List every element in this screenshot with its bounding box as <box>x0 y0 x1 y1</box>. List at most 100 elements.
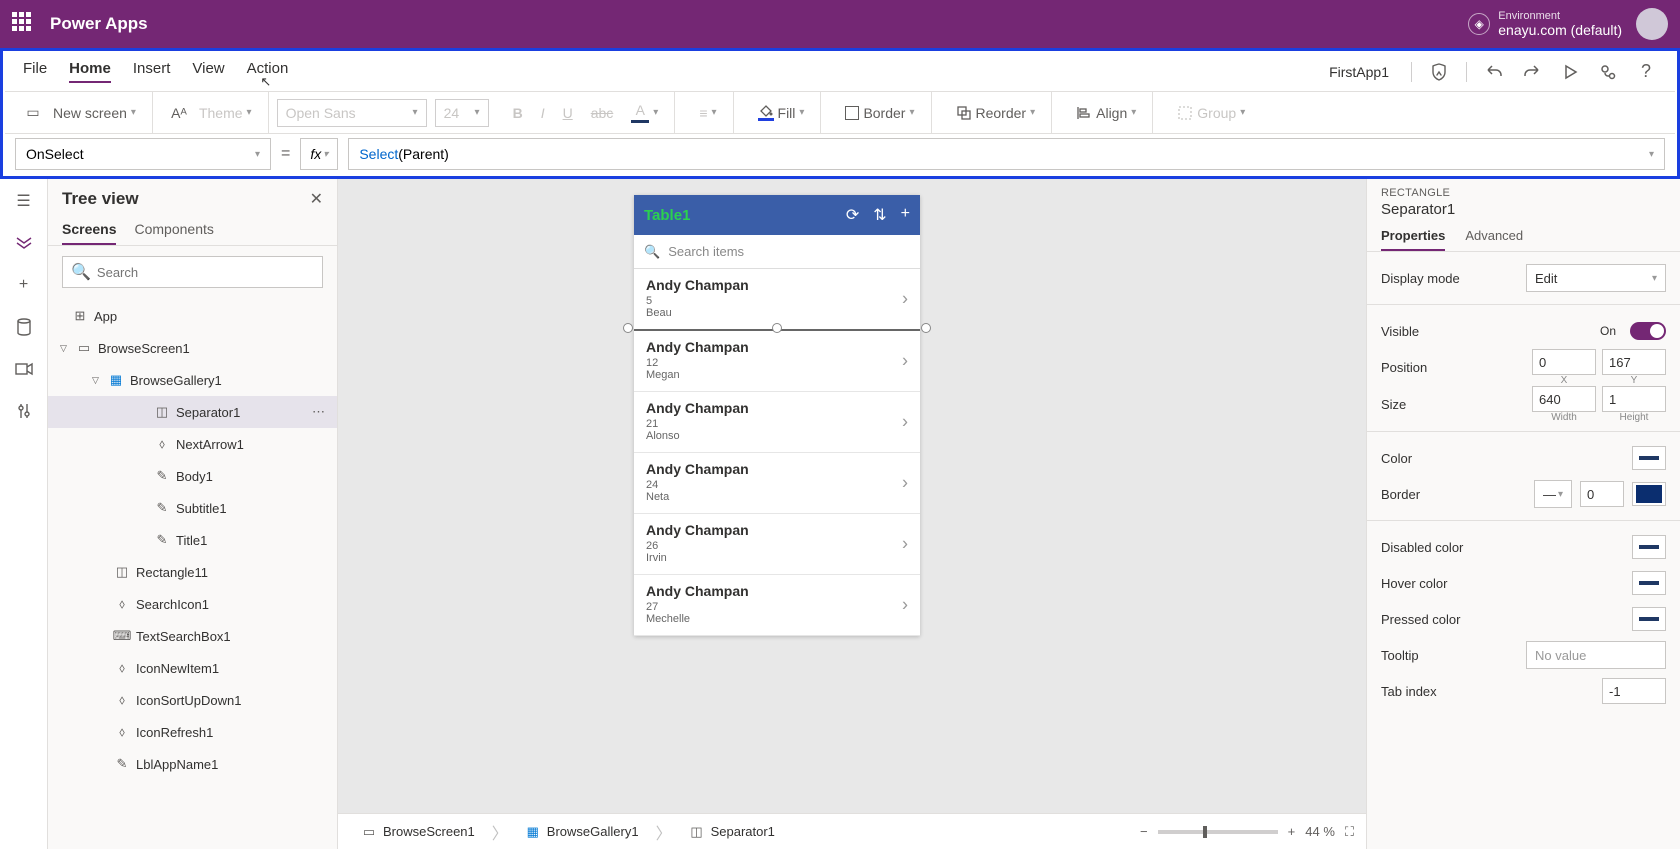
tree-node-iconnewitem[interactable]: ⬨IconNewItem1 <box>48 652 337 684</box>
tab-file[interactable]: File <box>23 60 47 83</box>
theme-button[interactable]: Theme▾ <box>193 99 258 127</box>
pos-y-input[interactable]: 167 <box>1602 349 1666 375</box>
disabled-color-swatch[interactable] <box>1632 535 1666 559</box>
color-swatch[interactable] <box>1632 446 1666 470</box>
tree-node-browsescreen[interactable]: ▽▭BrowseScreen1 <box>48 332 337 364</box>
list-item[interactable]: Andy Champan 12 Megan › <box>634 331 920 392</box>
tree-node-rectangle[interactable]: ◫Rectangle11 <box>48 556 337 588</box>
width-input[interactable]: 640 <box>1532 386 1596 412</box>
fx-button[interactable]: fx▾ <box>300 138 338 170</box>
data-icon[interactable] <box>12 315 36 339</box>
align-icon <box>1076 105 1092 121</box>
prop-tab-advanced[interactable]: Advanced <box>1465 228 1523 251</box>
prop-tab-properties[interactable]: Properties <box>1381 228 1445 251</box>
new-screen-button[interactable]: New screen▾ <box>47 99 142 127</box>
group-button[interactable]: Group▾ <box>1171 99 1251 127</box>
border-color-swatch[interactable] <box>1632 482 1666 506</box>
font-family-select[interactable]: Open Sans▾ <box>277 99 427 127</box>
more-icon[interactable]: ⋯ <box>312 404 325 420</box>
app-checker-icon[interactable] <box>1428 61 1450 83</box>
tree-node-app[interactable]: ⊞App <box>48 300 337 332</box>
display-mode-select[interactable]: Edit▾ <box>1526 264 1666 292</box>
tree-node-nextarrow[interactable]: ⬨NextArrow1 <box>48 428 337 460</box>
chevron-right-icon[interactable]: › <box>902 473 908 494</box>
chevron-right-icon[interactable]: › <box>902 534 908 555</box>
tree-node-searchicon[interactable]: ⬨SearchIcon1 <box>48 588 337 620</box>
pos-x-input[interactable]: 0 <box>1532 349 1596 375</box>
font-size-select[interactable]: 24▾ <box>435 99 489 127</box>
tab-home[interactable]: Home <box>69 60 111 83</box>
tree-node-body[interactable]: ✎Body1 <box>48 460 337 492</box>
tree-view-icon[interactable] <box>12 231 36 255</box>
list-item[interactable]: Andy Champan 5 Beau › <box>634 269 920 331</box>
tools-icon[interactable] <box>12 399 36 423</box>
strike-button[interactable]: abc <box>585 99 620 127</box>
environment-picker[interactable]: ◈ Environment enayu.com (default) <box>1468 10 1622 38</box>
zoom-in-button[interactable]: + <box>1288 824 1296 839</box>
tree-tab-screens[interactable]: Screens <box>62 215 116 245</box>
redo-icon[interactable] <box>1521 61 1543 83</box>
height-input[interactable]: 1 <box>1602 386 1666 412</box>
crumb-gallery[interactable]: ▦BrowseGallery1 <box>514 819 650 845</box>
tab-insert[interactable]: Insert <box>133 60 171 83</box>
list-item[interactable]: Andy Champan 21 Alonso › <box>634 392 920 453</box>
reorder-button[interactable]: Reorder▾ <box>950 99 1042 127</box>
font-color-button[interactable]: A▾ <box>625 99 664 127</box>
hamburger-icon[interactable]: ☰ <box>12 189 36 213</box>
pressed-color-swatch[interactable] <box>1632 607 1666 631</box>
insert-icon[interactable]: + <box>12 273 36 297</box>
tree-search[interactable]: 🔍 <box>62 256 323 288</box>
tree-node-iconrefresh[interactable]: ⬨IconRefresh1 <box>48 716 337 748</box>
fill-button[interactable]: Fill▾ <box>752 99 811 127</box>
undo-icon[interactable] <box>1483 61 1505 83</box>
crumb-screen[interactable]: ▭BrowseScreen1 <box>350 819 486 845</box>
border-button[interactable]: Border▾ <box>839 99 920 127</box>
zoom-slider[interactable] <box>1158 830 1278 834</box>
tree-search-input[interactable] <box>97 265 314 280</box>
list-item[interactable]: Andy Champan 27 Mechelle › <box>634 575 920 636</box>
waffle-icon[interactable] <box>12 12 36 36</box>
bold-button[interactable]: B <box>507 99 529 127</box>
crumb-separator[interactable]: ◫Separator1 <box>678 819 786 845</box>
tab-view[interactable]: View <box>192 60 224 83</box>
formula-input[interactable]: Select(Parent) ▾ <box>348 138 1665 170</box>
tree-node-textsearchbox[interactable]: ⌨TextSearchBox1 <box>48 620 337 652</box>
italic-button[interactable]: I <box>535 99 551 127</box>
chevron-right-icon[interactable]: › <box>902 351 908 372</box>
help-icon[interactable]: ? <box>1635 61 1657 83</box>
app-preview-search[interactable]: 🔍 Search items <box>634 235 920 269</box>
border-style-select[interactable]: — ▾ <box>1534 480 1572 508</box>
media-icon[interactable] <box>12 357 36 381</box>
border-width-input[interactable]: 0 <box>1580 481 1624 507</box>
visible-toggle[interactable] <box>1630 322 1666 340</box>
tree-node-iconsort[interactable]: ⬨IconSortUpDown1 <box>48 684 337 716</box>
sort-icon[interactable]: ⇅ <box>873 205 886 225</box>
tree-node-separator[interactable]: ◫Separator1⋯ <box>48 396 337 428</box>
fit-icon[interactable]: ⛶ <box>1345 824 1354 840</box>
tree-node-lblappname[interactable]: ✎LblAppName1 <box>48 748 337 780</box>
avatar[interactable] <box>1636 8 1668 40</box>
refresh-icon[interactable]: ⟳ <box>846 205 859 225</box>
hover-color-swatch[interactable] <box>1632 571 1666 595</box>
tree-node-subtitle[interactable]: ✎Subtitle1 <box>48 492 337 524</box>
list-item[interactable]: Andy Champan 26 Irvin › <box>634 514 920 575</box>
canvas[interactable]: Table1 ⟳ ⇅ + 🔍 Search items Andy Champan… <box>338 179 1366 849</box>
chevron-right-icon[interactable]: › <box>902 595 908 616</box>
tree-tab-components[interactable]: Components <box>134 215 213 245</box>
zoom-out-button[interactable]: − <box>1140 824 1148 839</box>
share-icon[interactable] <box>1597 61 1619 83</box>
tree-node-browsegallery[interactable]: ▽▦BrowseGallery1 <box>48 364 337 396</box>
close-icon[interactable]: ✕ <box>310 189 323 209</box>
chevron-right-icon[interactable]: › <box>902 412 908 433</box>
chevron-right-icon[interactable]: › <box>902 289 908 310</box>
play-icon[interactable] <box>1559 61 1581 83</box>
align-button[interactable]: Align▾ <box>1070 99 1142 127</box>
tooltip-input[interactable]: No value <box>1526 641 1666 669</box>
list-item[interactable]: Andy Champan 24 Neta › <box>634 453 920 514</box>
text-align-button[interactable]: ≡ ▾ <box>693 99 722 127</box>
tree-node-title[interactable]: ✎Title1 <box>48 524 337 556</box>
tab-index-input[interactable]: -1 <box>1602 678 1666 704</box>
underline-button[interactable]: U <box>557 99 579 127</box>
add-icon[interactable]: + <box>901 205 910 225</box>
property-dropdown[interactable]: OnSelect▾ <box>15 138 271 170</box>
